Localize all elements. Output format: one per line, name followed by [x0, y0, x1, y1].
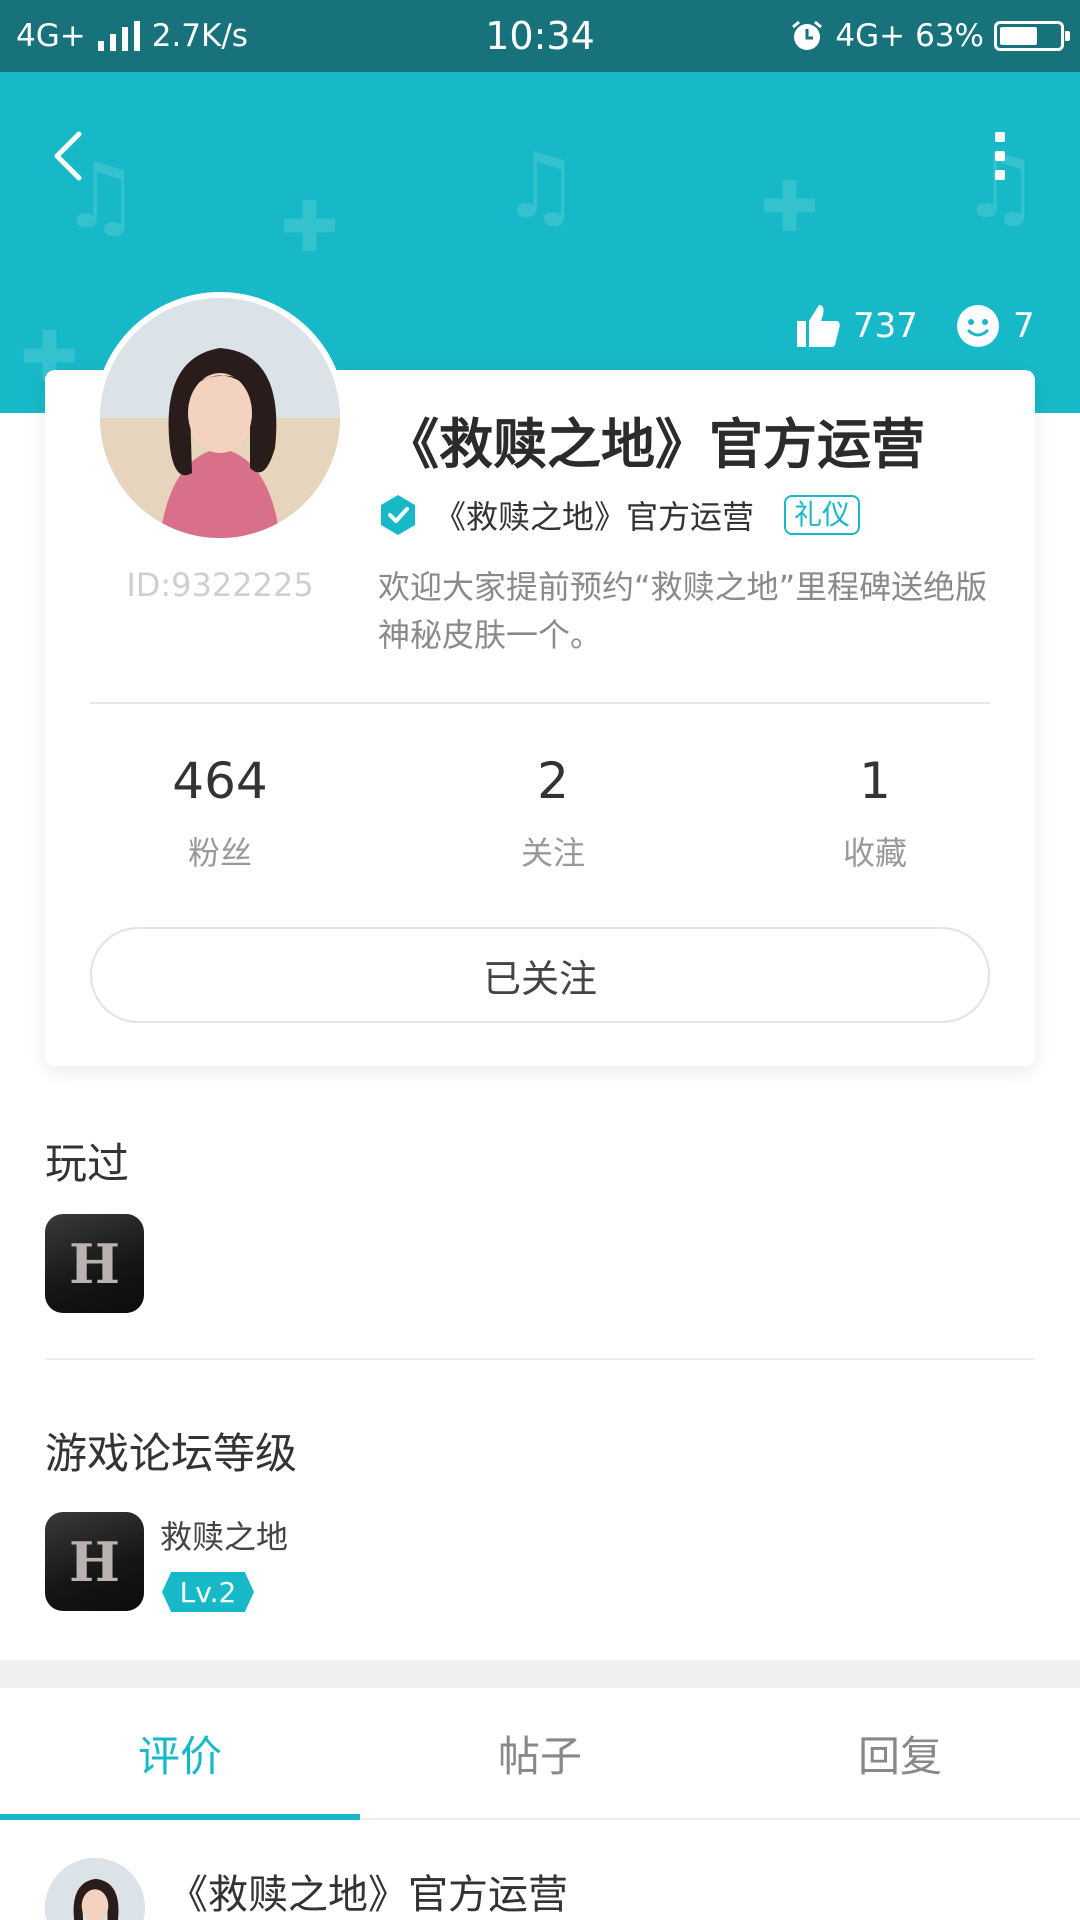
- smile-count-value: 7: [1013, 306, 1035, 346]
- thumbs-up-icon: [797, 305, 840, 347]
- forum-game-icon[interactable]: H: [45, 1512, 144, 1611]
- smile-icon: [957, 305, 999, 347]
- forum-level-title: 游戏论坛等级: [45, 1429, 298, 1478]
- verified-name: 《救赎之地》官方运营: [434, 498, 755, 536]
- stat-following[interactable]: 2 关注: [443, 750, 663, 874]
- verified-badge-icon: [381, 495, 415, 535]
- smile-count[interactable]: 7: [955, 300, 1035, 352]
- follow-button[interactable]: 已关注: [90, 927, 990, 1023]
- game-logo: H: [68, 1231, 121, 1296]
- status-right: 4G+ 63%: [789, 16, 1070, 56]
- battery-percent: 63%: [915, 18, 984, 54]
- avatar-photo: [45, 1858, 145, 1920]
- tab-reviews[interactable]: 评价: [0, 1688, 360, 1820]
- following-label: 关注: [520, 834, 585, 872]
- played-section-title: 玩过: [45, 1139, 130, 1188]
- post-avatar[interactable]: [45, 1858, 145, 1920]
- battery-icon: [994, 21, 1070, 51]
- forum-game-name: 救赎之地: [160, 1518, 289, 1556]
- fans-label: 粉丝: [187, 834, 252, 872]
- level-badge: Lv.2: [162, 1572, 254, 1612]
- played-game-icon[interactable]: H: [45, 1214, 144, 1313]
- tab-replies[interactable]: 回复: [720, 1688, 1080, 1818]
- alarm-icon: [792, 20, 823, 50]
- status-bar: 4G+ 2.7K/s 10:34 4G+ 63%: [0, 0, 1080, 72]
- profile-avatar[interactable]: [94, 292, 346, 544]
- card-divider: [90, 702, 990, 704]
- content-tabs: 评价 帖子 回复: [0, 1688, 1080, 1820]
- like-count[interactable]: 737: [795, 300, 918, 352]
- stat-favorites[interactable]: 1 收藏: [765, 750, 985, 874]
- back-button[interactable]: [40, 118, 96, 194]
- section-gap: [0, 1660, 1080, 1688]
- fans-count: 464: [172, 752, 268, 810]
- network-type-right: 4G+: [835, 18, 906, 54]
- verification-row: 《救赎之地》官方运营 礼仪: [378, 488, 861, 542]
- favorites-count: 1: [859, 752, 891, 810]
- tab-posts[interactable]: 帖子: [360, 1688, 720, 1818]
- stat-fans[interactable]: 464 粉丝: [110, 750, 330, 874]
- role-tag: 礼仪: [784, 495, 861, 535]
- more-dot-icon: [995, 132, 1005, 142]
- avatar-photo: [100, 298, 340, 538]
- like-count-value: 737: [853, 306, 918, 346]
- game-logo: H: [68, 1529, 121, 1594]
- user-id: ID:9322225: [126, 566, 314, 604]
- favorites-label: 收藏: [842, 834, 907, 872]
- post-author-name: 《救赎之地》官方运营: [168, 1872, 568, 1918]
- more-options-button[interactable]: [978, 118, 1022, 194]
- profile-name: 《救赎之地》官方运营: [385, 413, 925, 476]
- following-count: 2: [537, 752, 569, 810]
- back-arrow-icon: [54, 131, 82, 181]
- section-divider: [45, 1358, 1035, 1360]
- profile-bio: 欢迎大家提前预约“救赎之地”里程碑送绝版神秘皮肤一个。: [378, 568, 988, 654]
